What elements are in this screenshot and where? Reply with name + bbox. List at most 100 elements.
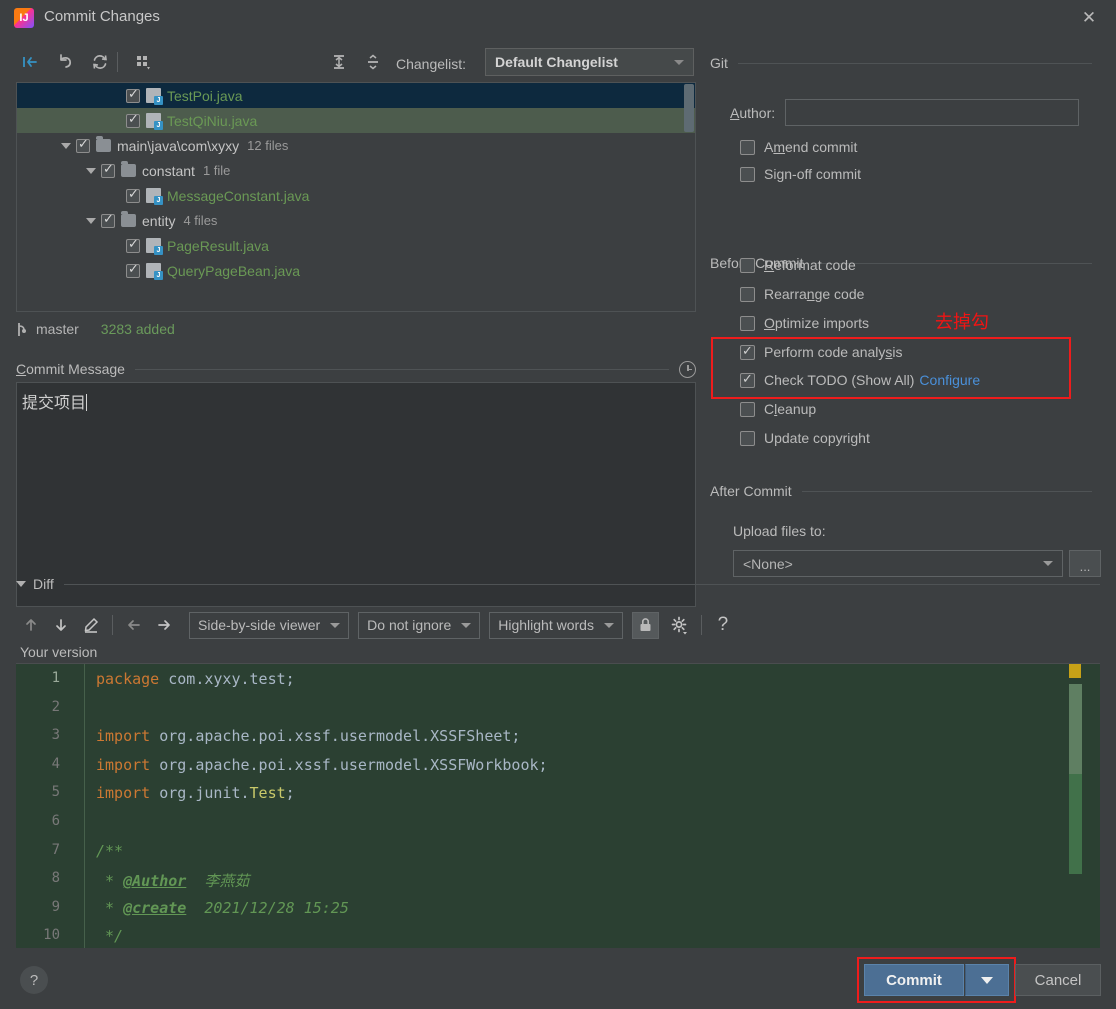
checkbox-check-todo[interactable]: Check TODO (Show All) Configure	[740, 369, 980, 391]
configure-link[interactable]: Configure	[919, 372, 980, 388]
changed-files-tree[interactable]: TestPoi.java TestQiNiu.java main\java\com\…	[16, 82, 696, 312]
tree-row[interactable]: main\java\com\xyxy 12 files	[17, 133, 695, 158]
tree-checkbox[interactable]	[126, 237, 140, 253]
line-number: 8	[51, 870, 60, 887]
group-by-icon[interactable]	[131, 49, 157, 75]
chevron-down-icon	[16, 581, 26, 587]
annotate-icon[interactable]	[76, 610, 106, 640]
checkbox-box	[740, 315, 755, 331]
tree-row[interactable]: MessageConstant.java	[17, 183, 695, 208]
whitespace-mode-dropdown[interactable]: Do not ignore	[358, 611, 481, 639]
upload-files-dropdown[interactable]: <None>	[733, 550, 1063, 577]
editor-scrollbar-range[interactable]	[1069, 774, 1082, 874]
author-input[interactable]	[785, 99, 1080, 126]
close-icon[interactable]: ✕	[1076, 6, 1102, 30]
diff-pane-label: Your version	[20, 644, 98, 660]
file-name: QueryPageBean.java	[167, 262, 301, 279]
collapse-all-icon[interactable]	[360, 49, 386, 75]
diff-code-editor[interactable]: 1 2 3 4 5 6 7 8 9 10 package com.xyxy.test; import…	[16, 663, 1100, 948]
clock-icon[interactable]	[679, 360, 696, 378]
code-token: 2021/12/28 15:25	[186, 898, 349, 917]
tree-checkbox[interactable]	[126, 187, 140, 203]
previous-difference-icon[interactable]	[16, 610, 46, 640]
tree-scrollbar[interactable]	[684, 84, 694, 132]
changelist-dropdown[interactable]: Default Changelist	[485, 48, 694, 76]
section-divider	[737, 62, 1092, 64]
tree-checkbox[interactable]	[126, 87, 140, 103]
after-commit-section-header: After Commit	[710, 483, 1092, 499]
line-number: 1	[51, 670, 60, 686]
diff-section-header[interactable]: Diff	[16, 576, 1100, 592]
browse-button[interactable]: ...	[1069, 550, 1101, 577]
code-token: com.xyxy.test;	[159, 670, 295, 688]
code-line: /**	[96, 842, 123, 860]
checkbox-reformat-code[interactable]: Reformat code	[740, 254, 856, 276]
editor-scrollbar-thumb[interactable]	[1069, 684, 1082, 774]
viewer-mode-dropdown[interactable]: Side-by-side viewer	[189, 611, 350, 639]
tree-row[interactable]: constant 1 file	[17, 158, 695, 183]
tree-checkbox[interactable]	[76, 137, 90, 153]
checkbox-cleanup[interactable]: Cleanup	[740, 398, 816, 420]
upload-files-label: Upload files to:	[733, 523, 826, 539]
toolbar-divider	[700, 615, 702, 635]
tree-row[interactable]: TestPoi.java	[17, 83, 695, 108]
tree-checkbox[interactable]	[101, 162, 115, 178]
line-number: 7	[51, 841, 60, 858]
tree-checkbox[interactable]	[126, 262, 140, 278]
toolbar-divider	[112, 615, 113, 635]
expand-all-icon[interactable]	[326, 49, 352, 75]
checkbox-label: Reformat code	[764, 257, 856, 273]
refresh-icon[interactable]	[87, 49, 113, 75]
cancel-button[interactable]: Cancel	[1015, 964, 1101, 996]
code-token: import	[96, 784, 151, 803]
tree-row[interactable]: PageResult.java	[17, 233, 695, 258]
code-token: Test	[249, 784, 286, 803]
rollback-icon[interactable]	[53, 49, 79, 75]
author-row: Author:	[730, 99, 1080, 126]
checkbox-sign-off-commit[interactable]: Sign-off commit	[740, 163, 861, 185]
code-token: import	[96, 755, 151, 774]
warning-marker-icon[interactable]	[1069, 664, 1081, 678]
expand-triangle-icon[interactable]	[85, 215, 97, 227]
highlight-mode-dropdown[interactable]: Highlight words	[489, 611, 623, 639]
checkbox-rearrange-code[interactable]: Rearrange code	[740, 283, 864, 305]
checkbox-label: Optimize imports	[764, 315, 870, 331]
expand-triangle-icon[interactable]	[60, 140, 72, 152]
line-number: 6	[51, 813, 60, 829]
tree-row[interactable]: QueryPageBean.java	[17, 258, 695, 283]
code-token: @create	[123, 898, 187, 917]
annotation-note: 去掉勾	[935, 312, 989, 333]
checkbox-perform-code-analysis[interactable]: Perform code analysis	[740, 341, 903, 363]
expand-triangle-icon[interactable]	[85, 165, 97, 177]
question-mark-icon[interactable]: ?	[708, 610, 738, 640]
gear-icon[interactable]	[665, 610, 695, 640]
commit-message-input[interactable]: 提交项目	[16, 382, 696, 607]
move-to-another-changelist-icon[interactable]	[18, 49, 44, 75]
commit-options-panel: Git Author: Amend commit Sign-off commit…	[700, 37, 1116, 572]
accept-left-icon[interactable]	[119, 610, 149, 640]
commit-button[interactable]: Commit	[864, 964, 964, 996]
tree-row[interactable]: entity 4 files	[17, 208, 695, 233]
checkbox-update-copyright[interactable]: Update copyright	[740, 427, 870, 449]
tree-row[interactable]: TestQiNiu.java	[17, 108, 695, 133]
code-token: package	[96, 670, 160, 688]
accept-right-icon[interactable]	[149, 610, 179, 640]
help-button[interactable]: ?	[20, 966, 48, 994]
checkbox-label: Sign-off commit	[764, 166, 862, 182]
java-file-icon	[146, 113, 163, 130]
tree-checkbox[interactable]	[101, 212, 115, 228]
checkbox-optimize-imports[interactable]: Optimize imports	[740, 312, 869, 334]
code-line: package com.xyxy.test;	[96, 670, 295, 688]
commit-options-dropdown[interactable]	[965, 964, 1009, 996]
highlight-mode-value: Highlight words	[498, 617, 594, 633]
checkbox-label: Check TODO (Show All)	[764, 372, 915, 388]
code-token: */	[96, 927, 124, 946]
commit-message-value: 提交项目	[22, 393, 87, 412]
file-count: 4 files	[183, 213, 218, 228]
line-number-gutter: 1 2 3 4 5 6 7 8 9 10	[16, 664, 72, 948]
java-file-icon	[146, 88, 163, 105]
tree-checkbox[interactable]	[126, 112, 140, 128]
lock-icon[interactable]	[631, 611, 659, 639]
checkbox-amend-commit[interactable]: Amend commit	[740, 136, 857, 158]
next-difference-icon[interactable]	[46, 610, 76, 640]
